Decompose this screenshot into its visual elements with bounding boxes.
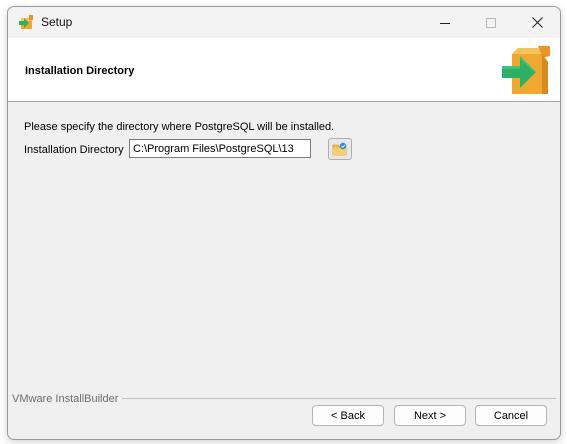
cancel-button[interactable]: Cancel bbox=[475, 405, 547, 426]
minimize-button[interactable] bbox=[422, 7, 468, 38]
wizard-header: Installation Directory bbox=[8, 38, 560, 102]
back-button[interactable]: < Back bbox=[312, 405, 384, 426]
close-icon bbox=[531, 17, 543, 28]
window-title: Setup bbox=[41, 15, 73, 29]
page-title: Installation Directory bbox=[25, 65, 135, 77]
maximize-icon bbox=[486, 17, 496, 28]
folder-browse-icon bbox=[332, 142, 347, 156]
next-button[interactable]: Next > bbox=[394, 405, 466, 426]
directory-input[interactable] bbox=[129, 139, 311, 158]
directory-prompt: Please specify the directory where Postg… bbox=[24, 121, 335, 133]
title-bar[interactable]: Setup bbox=[8, 7, 560, 38]
installer-brand: VMware InstallBuilder bbox=[12, 393, 123, 405]
footer-divider bbox=[118, 398, 556, 399]
package-arrow-icon bbox=[502, 46, 550, 94]
directory-label: Installation Directory bbox=[24, 144, 124, 156]
maximize-button[interactable] bbox=[468, 7, 514, 38]
browse-button[interactable] bbox=[328, 138, 352, 160]
minimize-icon bbox=[440, 22, 450, 24]
setup-window: Setup Installation Directory Please spec… bbox=[7, 6, 561, 440]
setup-app-icon bbox=[19, 15, 33, 29]
close-button[interactable] bbox=[514, 7, 560, 38]
